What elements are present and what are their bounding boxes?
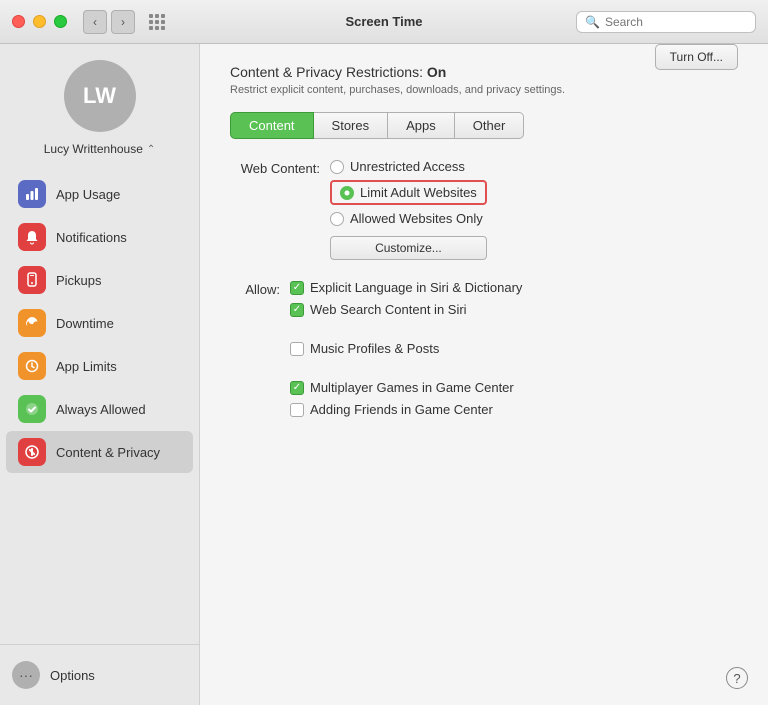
window-controls [12,15,67,28]
content-header: Turn Off... Content & Privacy Restrictio… [230,64,738,96]
checkbox-multiplayer[interactable]: ✓ Multiplayer Games in Game Center [290,380,522,395]
checkbox-add-friends[interactable]: Adding Friends in Game Center [290,402,522,417]
titlebar: ‹ › Screen Time 🔍 [0,0,768,44]
allow-section: Allow: ✓ Explicit Language in Siri & Dic… [230,280,738,417]
sidebar-bottom: ··· Options [0,644,199,705]
downtime-icon [18,309,46,337]
checkbox-label-explicit-lang: Explicit Language in Siri & Dictionary [310,280,522,295]
pickups-icon [18,266,46,294]
notifications-icon [18,223,46,251]
sidebar-item-notifications[interactable]: Notifications [6,216,193,258]
radio-circle-limit-adult [340,186,354,200]
forward-button[interactable]: › [111,10,135,34]
tab-content[interactable]: Content [230,112,314,139]
window-title: Screen Time [345,14,422,29]
sidebar-item-label: App Usage [56,187,120,202]
always-allowed-icon [18,395,46,423]
checkbox-label-add-friends: Adding Friends in Game Center [310,402,493,417]
tab-bar: Content Stores Apps Other [230,112,738,139]
sidebar-item-app-usage[interactable]: App Usage [6,173,193,215]
help-button[interactable]: ? [726,667,748,689]
sidebar-item-always-allowed[interactable]: Always Allowed [6,388,193,430]
checkbox-explicit-lang[interactable]: ✓ Explicit Language in Siri & Dictionary [290,280,522,295]
nav-buttons: ‹ › [83,10,135,34]
content-privacy-icon [18,438,46,466]
sidebar-item-pickups[interactable]: Pickups [6,259,193,301]
web-content-label: Web Content: [230,159,320,176]
checkbox-icon-add-friends [290,403,304,417]
radio-label-allowed-only: Allowed Websites Only [350,211,483,226]
sidebar-item-label: Content & Privacy [56,445,160,460]
close-button[interactable] [12,15,25,28]
options-item[interactable]: ··· Options [12,655,187,695]
sidebar-item-label: App Limits [56,359,117,374]
web-content-section: Web Content: Unrestricted Access Limit A… [230,159,738,260]
radio-label-limit-adult: Limit Adult Websites [360,185,477,200]
app-usage-icon [18,180,46,208]
sidebar-item-label: Notifications [56,230,127,245]
allow-row: Allow: ✓ Explicit Language in Siri & Dic… [230,280,738,417]
checkbox-icon-web-search: ✓ [290,303,304,317]
checkbox-icon-explicit-lang: ✓ [290,281,304,295]
tab-other[interactable]: Other [455,112,525,139]
app-limits-icon [18,352,46,380]
avatar: LW [64,60,136,132]
radio-allowed-only[interactable]: Allowed Websites Only [330,211,487,226]
radio-limit-adult[interactable]: Limit Adult Websites [330,180,487,205]
chevron-icon: ⌃ [147,144,155,155]
checkbox-icon-music-profiles [290,342,304,356]
checkbox-web-search[interactable]: ✓ Web Search Content in Siri [290,302,522,317]
radio-unrestricted[interactable]: Unrestricted Access [330,159,487,174]
restriction-desc: Restrict explicit content, purchases, do… [230,84,738,96]
minimize-button[interactable] [33,15,46,28]
sidebar: LW Lucy Writtenhouse ⌃ App Usage [0,44,200,705]
user-selector[interactable]: Lucy Writtenhouse ⌃ [0,142,199,156]
customize-button[interactable]: Customize... [330,236,487,260]
back-button[interactable]: ‹ [83,10,107,34]
radio-label-unrestricted: Unrestricted Access [350,159,465,174]
checkbox-label-music-profiles: Music Profiles & Posts [310,341,439,356]
sidebar-item-label: Always Allowed [56,402,146,417]
checkbox-icon-multiplayer: ✓ [290,381,304,395]
sidebar-item-label: Pickups [56,273,102,288]
turn-off-button[interactable]: Turn Off... [655,44,738,70]
sidebar-item-label: Downtime [56,316,114,331]
grid-icon [149,14,165,30]
radio-group: Unrestricted Access Limit Adult Websites… [330,159,487,260]
sidebar-item-app-limits[interactable]: App Limits [6,345,193,387]
sidebar-item-downtime[interactable]: Downtime [6,302,193,344]
options-icon: ··· [12,661,40,689]
tab-apps[interactable]: Apps [388,112,455,139]
allow-label: Allow: [230,280,280,297]
web-content-row: Web Content: Unrestricted Access Limit A… [230,159,738,260]
checkbox-label-web-search: Web Search Content in Siri [310,302,467,317]
sidebar-item-content-privacy[interactable]: Content & Privacy [6,431,193,473]
checkboxes: ✓ Explicit Language in Siri & Dictionary… [290,280,522,417]
user-name: Lucy Writtenhouse [44,142,143,156]
search-bar[interactable]: 🔍 [576,11,756,33]
checkbox-music-profiles[interactable]: Music Profiles & Posts [290,341,522,356]
radio-circle-unrestricted [330,160,344,174]
search-input[interactable] [605,15,747,29]
grid-button[interactable] [143,8,171,36]
radio-circle-allowed-only [330,212,344,226]
main-content: Turn Off... Content & Privacy Restrictio… [200,44,768,705]
tab-stores[interactable]: Stores [314,112,389,139]
search-icon: 🔍 [585,15,600,29]
maximize-button[interactable] [54,15,67,28]
checkbox-label-multiplayer: Multiplayer Games in Game Center [310,380,514,395]
app-body: LW Lucy Writtenhouse ⌃ App Usage [0,44,768,705]
sidebar-nav: App Usage Notifications [0,172,199,644]
options-label: Options [50,668,95,683]
